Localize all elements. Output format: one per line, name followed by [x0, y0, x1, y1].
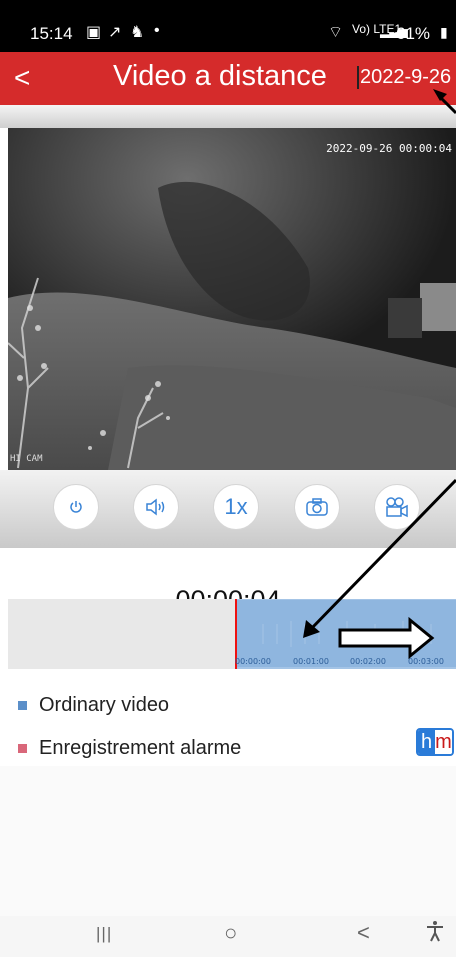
recent-apps-button[interactable]: |||: [96, 924, 112, 944]
battery-icon: ▮: [440, 24, 448, 40]
sound-button[interactable]: [133, 484, 179, 530]
nav-back-button[interactable]: <: [357, 920, 370, 946]
dot-icon: •: [154, 22, 160, 39]
hour-option[interactable]: h: [418, 730, 435, 754]
power-button[interactable]: [53, 484, 99, 530]
ordinary-swatch: [18, 701, 27, 710]
power-icon: [70, 501, 82, 513]
speaker-icon: [146, 498, 165, 516]
legend-alarm-label: Enregistrement alarme: [39, 737, 242, 759]
video-player[interactable]: 2022-09-26 00:00:04 HI CAM: [8, 128, 456, 470]
page-title: Video a distance: [113, 60, 327, 92]
video-timestamp: 2022-09-26 00:00:04: [326, 142, 452, 155]
header-divider: [0, 105, 456, 128]
status-bar: 15:14 ▣ ↗ ♞ • ⌔ Vo) LTE1 ▂▃▅ 61% ▮: [0, 0, 456, 52]
timeline-label: 00:02:00: [350, 657, 386, 666]
notification-icon: ♞: [130, 24, 145, 41]
camera-label: HI CAM: [10, 454, 43, 464]
missed-call-icon: ↗: [108, 24, 122, 41]
record-button[interactable]: [374, 484, 420, 530]
legend-alarm: Enregistrement alarme: [18, 737, 241, 760]
video-record-icon: [386, 497, 408, 518]
system-nav-bar: ||| ○ <: [0, 916, 456, 957]
status-time: 15:14: [30, 24, 73, 43]
camera-icon: [306, 498, 328, 516]
video-frame: [8, 128, 456, 470]
hour-minute-toggle[interactable]: h m: [416, 728, 454, 756]
gallery-icon: ▣: [86, 24, 102, 41]
timeline-label: 00:01:00: [293, 657, 329, 666]
home-button[interactable]: ○: [224, 920, 237, 946]
snapshot-button[interactable]: [294, 484, 340, 530]
timeline-label: 00:00:00: [235, 657, 271, 666]
legend-ordinary-label: Ordinary video: [39, 694, 170, 716]
speed-label: 1x: [224, 494, 248, 519]
legend-ordinary: Ordinary video: [18, 694, 169, 717]
playback-controls: 1x: [0, 470, 456, 548]
speed-button[interactable]: 1x: [213, 484, 259, 530]
minute-option[interactable]: m: [435, 730, 452, 754]
back-button[interactable]: <: [14, 62, 30, 94]
battery-level: 61%: [396, 24, 431, 43]
empty-area: [0, 766, 456, 916]
alarm-swatch: [18, 744, 27, 753]
date-selector[interactable]: 2022-9-26: [357, 66, 451, 89]
accessibility-icon[interactable]: [426, 920, 444, 948]
timeline[interactable]: 00:00:00 00:01:00 00:02:00 00:03:00: [8, 598, 456, 669]
title-bar: < Video a distance 2022-9-26: [0, 52, 456, 105]
wifi-icon: ⌔: [328, 24, 344, 41]
timeline-label: 00:03:00: [408, 657, 444, 666]
